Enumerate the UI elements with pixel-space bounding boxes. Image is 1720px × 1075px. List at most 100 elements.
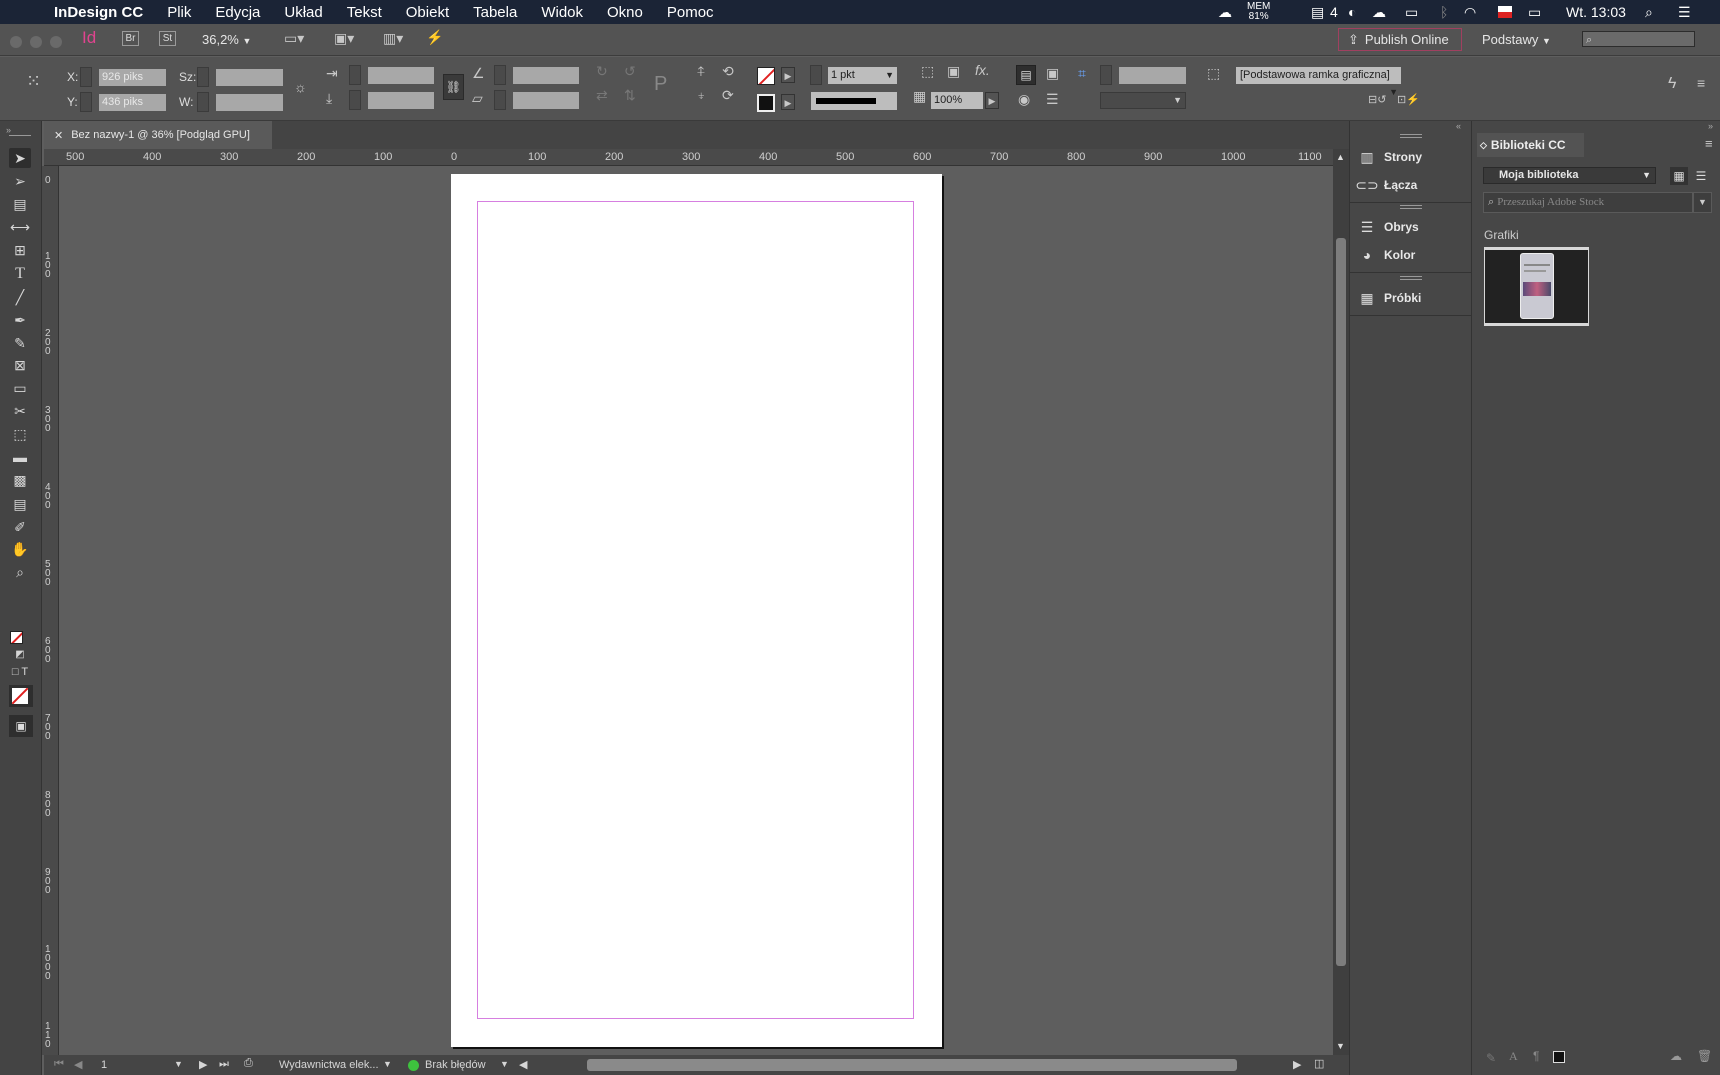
panel-grip[interactable] — [1400, 276, 1422, 280]
note-tool-icon[interactable]: ▤ — [9, 494, 31, 514]
fitting-field[interactable] — [1119, 67, 1186, 84]
battery-icon[interactable]: ▭ — [1528, 0, 1541, 24]
text-wrap-box-icon[interactable]: ▣ — [1046, 65, 1059, 82]
apply-none-icon[interactable] — [9, 685, 33, 707]
stroke-panel-button[interactable]: ☰ Obrys — [1350, 213, 1472, 241]
add-paragraph-style-icon[interactable]: ¶ — [1533, 1049, 1539, 1063]
shear-field[interactable] — [513, 92, 579, 109]
drop-shadow-icon[interactable]: ▣ — [947, 63, 960, 80]
cloud-upload-icon[interactable]: ☁ — [1372, 0, 1386, 24]
fitting-frame-icon[interactable]: ⌗ — [1078, 65, 1086, 82]
arrange-documents-icon[interactable]: ▥▾ — [383, 30, 403, 47]
rotate-field[interactable] — [513, 67, 579, 84]
collapse-panel-icon[interactable]: » — [6, 125, 11, 135]
select-previous-icon[interactable]: ⟲ — [722, 63, 734, 80]
eyedropper-tool-icon[interactable]: ✐ — [9, 517, 31, 537]
color-panel-button[interactable]: ◕ Kolor — [1350, 241, 1472, 269]
shear-stepper[interactable] — [494, 90, 506, 110]
cloud-sync-icon[interactable]: ☁ — [1670, 1049, 1682, 1063]
memory-status[interactable]: MEM 81% — [1247, 0, 1270, 24]
gradient-swatch-tool-icon[interactable]: ▬ — [9, 447, 31, 467]
y-field[interactable]: 436 piks — [99, 94, 166, 111]
menu-uklad[interactable]: Układ — [272, 4, 334, 21]
scissors-tool-icon[interactable]: ✂ — [9, 401, 31, 421]
stroke-type-dropdown[interactable] — [811, 92, 897, 110]
chevron-down-icon[interactable]: ▼ — [383, 1059, 392, 1069]
first-page-icon[interactable]: ⏮ — [54, 1058, 64, 1071]
stroke-weight-field[interactable]: 1 pkt ▼ — [828, 67, 897, 84]
scale-y-field[interactable] — [368, 92, 434, 109]
menu-plik[interactable]: Plik — [155, 4, 203, 21]
spotlight-search-icon[interactable]: ⌕ — [1645, 0, 1653, 24]
frame-icon[interactable]: ⬚ — [921, 63, 934, 80]
scale-x-field[interactable] — [368, 67, 434, 84]
notification-center-icon[interactable]: ☰ — [1678, 0, 1691, 24]
app-menu[interactable]: InDesign CC — [42, 4, 155, 21]
text-wrap-shape-icon[interactable]: ◉ — [1018, 91, 1030, 108]
flip-horizontal-icon[interactable]: ⇄ — [596, 87, 608, 104]
pencil-tool-icon[interactable]: ✎ — [9, 333, 31, 353]
document-tab[interactable]: ✕ Bez nazwy-1 @ 36% [Podgląd GPU] — [44, 121, 272, 149]
collapse-panel-icon[interactable]: » — [1708, 121, 1713, 131]
type-tool-icon[interactable]: T — [9, 264, 31, 284]
view-options-icon[interactable]: ▭▾ — [284, 30, 304, 47]
vertical-scroll-thumb[interactable] — [1336, 238, 1346, 966]
creative-cloud-icon[interactable]: ☁ — [1218, 0, 1232, 24]
open-document-icon[interactable]: ⎙ — [244, 1057, 253, 1070]
stock-button[interactable]: St — [159, 31, 176, 46]
direct-selection-tool-icon[interactable]: ➢ — [9, 171, 31, 191]
auto-fit-icon[interactable]: ☼ — [294, 79, 307, 95]
add-character-style-icon[interactable]: A — [1509, 1049, 1518, 1064]
page-number-field[interactable]: 1 — [101, 1059, 107, 1071]
text-wrap-jump-icon[interactable]: ☰ — [1046, 91, 1059, 108]
page-tool-icon[interactable]: ▤ — [9, 194, 31, 214]
notification-icon[interactable]: ▤ — [1311, 0, 1324, 24]
text-wrap-none-icon[interactable]: ▤ — [1016, 65, 1036, 85]
close-icon[interactable]: ✕ — [54, 129, 63, 142]
formatting-container-icon[interactable]: □ T — [9, 662, 31, 682]
content-collector-icon[interactable]: ⊞ — [9, 240, 31, 260]
window-close-button[interactable] — [10, 36, 22, 48]
profile-label[interactable]: Wydawnictwa elek... — [279, 1059, 379, 1071]
grid-view-icon[interactable]: ▦ — [1670, 167, 1688, 185]
last-page-icon[interactable]: ⏭ — [219, 1058, 229, 1071]
menu-edycja[interactable]: Edycja — [203, 4, 272, 21]
screen-mode-icon[interactable]: ▣ — [9, 715, 33, 737]
horizontal-ruler[interactable]: 500 400 300 200 100 0 100 200 300 400 50… — [44, 149, 1349, 166]
panel-menu-icon[interactable]: ≡ — [1705, 136, 1713, 151]
scroll-up-icon[interactable]: ▲ — [1336, 152, 1345, 162]
gradient-feather-tool-icon[interactable]: ▩ — [9, 470, 31, 490]
window-minimize-button[interactable] — [30, 36, 42, 48]
window-zoom-button[interactable] — [50, 36, 62, 48]
x-stepper[interactable] — [80, 67, 92, 87]
libraries-tab[interactable]: ◇ Biblioteki CC — [1477, 133, 1584, 157]
sync-icon[interactable]: ◐ — [1348, 0, 1356, 24]
publish-online-button[interactable]: ⇪ Publish Online — [1338, 28, 1462, 51]
width-field[interactable] — [216, 69, 283, 86]
help-search-input[interactable]: ⌕ — [1582, 31, 1695, 47]
object-style-dropdown[interactable]: [Podstawowa ramka graficzna] ▼ — [1236, 67, 1401, 97]
height-field[interactable] — [216, 94, 283, 111]
effects-fx-icon[interactable]: fx. — [975, 62, 990, 78]
fill-stroke-swatch-icon[interactable] — [10, 631, 23, 644]
library-dropdown[interactable]: Moja biblioteka ▼ — [1483, 167, 1656, 184]
rectangle-tool-icon[interactable]: ▭ — [9, 378, 31, 398]
menu-obiekt[interactable]: Obiekt — [394, 4, 461, 21]
bluetooth-icon[interactable]: ᛒ — [1440, 0, 1448, 24]
bridge-button[interactable]: Br — [122, 31, 139, 46]
width-stepper[interactable] — [197, 67, 209, 87]
selection-tool-icon[interactable]: ➤ — [9, 148, 31, 168]
menu-widok[interactable]: Widok — [529, 4, 595, 21]
pages-panel-button[interactable]: ▥ Strony — [1350, 143, 1472, 171]
add-content-icon[interactable]: ✎ — [1486, 1051, 1496, 1065]
menu-tekst[interactable]: Tekst — [335, 4, 394, 21]
rotate-ccw-icon[interactable]: ↺ — [624, 63, 636, 80]
panel-grip[interactable] — [1400, 205, 1422, 209]
opacity-arrow[interactable]: ▶ — [985, 92, 999, 109]
menu-okno[interactable]: Okno — [595, 4, 655, 21]
reference-point-icon[interactable]: ⁙ — [26, 71, 41, 92]
y-stepper[interactable] — [80, 92, 92, 112]
previous-page-icon[interactable]: ◀ — [74, 1058, 82, 1071]
input-language-icon[interactable] — [1498, 0, 1512, 24]
stroke-swatch[interactable] — [757, 94, 775, 112]
